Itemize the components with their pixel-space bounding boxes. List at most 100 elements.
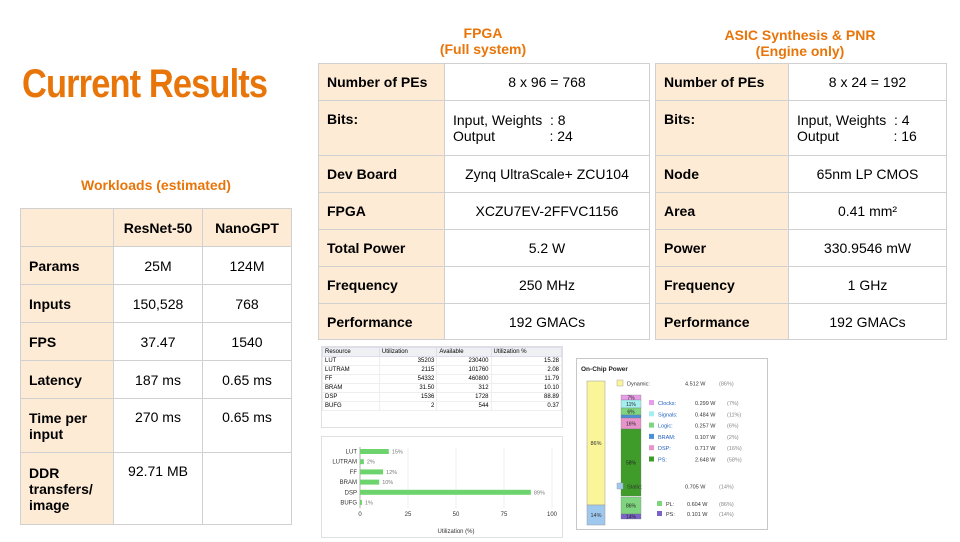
dynamic-item-pct: (11%) bbox=[727, 412, 741, 418]
row-label-time-per-input: Time per input bbox=[20, 398, 114, 453]
util-cell: 460800 bbox=[436, 374, 492, 384]
util-cell: 88.89 bbox=[490, 392, 563, 402]
bar bbox=[360, 500, 362, 505]
dynamic-item-name: DSP: bbox=[658, 446, 671, 452]
power-title: On-Chip Power bbox=[581, 366, 628, 373]
dynamic-item-name: BRAM: bbox=[658, 435, 676, 441]
data-label: 12% bbox=[386, 470, 397, 476]
fpga-value-bits: Input, Weights : 8 Output : 24 bbox=[444, 100, 650, 156]
fpga-value-fpga: XCZU7EV-2FFVC1156 bbox=[444, 192, 650, 230]
dynamic-label: Dynamic: bbox=[627, 382, 650, 388]
row-label-latency: Latency bbox=[20, 360, 114, 399]
dynamic-item-swatch bbox=[649, 456, 654, 462]
bar bbox=[360, 449, 389, 454]
util-header: Available bbox=[436, 347, 492, 357]
dynamic-item-value: 0.717 W bbox=[695, 446, 716, 452]
util-header: Utilization bbox=[378, 347, 438, 357]
cell-nanogpt-latency: 0.65 ms bbox=[202, 360, 292, 399]
static-share-label: 14% bbox=[590, 513, 601, 519]
fpga-heading-line2: (Full system) bbox=[439, 41, 527, 57]
slide-title: Current Results bbox=[22, 62, 268, 106]
row-label-inputs: Inputs bbox=[20, 284, 114, 323]
utilization-table-image: Resource Utilization Available Utilizati… bbox=[321, 346, 563, 428]
dynamic-item-value: 2.648 W bbox=[695, 458, 716, 464]
fpga-label-performance: Performance bbox=[318, 303, 445, 340]
fpga-value-performance: 192 GMACs bbox=[444, 303, 650, 340]
util-cell: 1728 bbox=[436, 392, 492, 402]
asic-label-area: Area bbox=[655, 192, 789, 230]
static-label: Static: bbox=[627, 485, 643, 491]
util-cell: 544 bbox=[436, 401, 492, 411]
util-cell: LUT bbox=[322, 356, 380, 366]
fpga-label-board: Dev Board bbox=[318, 155, 445, 193]
dynamic-item-swatch bbox=[649, 433, 654, 439]
x-axis-label: Utilization (%) bbox=[437, 529, 474, 535]
utilization-chart-image: 0 25 50 75 100 LUT 15% LUTRAM 2% FF 12% BRAM 10% DSP 8… bbox=[321, 436, 563, 538]
dynamic-item-pct: (2%) bbox=[727, 435, 739, 441]
workloads-corner bbox=[20, 208, 114, 247]
category-label: LUTRAM bbox=[332, 460, 357, 466]
bar bbox=[360, 459, 364, 465]
fpga-heading: FPGA (Full system) bbox=[318, 25, 648, 57]
row-label-params: Params bbox=[20, 246, 114, 285]
dynamic-swatch bbox=[616, 379, 624, 387]
table-row: FF 54332 460800 11.79 bbox=[322, 374, 563, 384]
util-cell: 54332 bbox=[378, 374, 438, 384]
static-item-pct: (86%) bbox=[719, 502, 734, 508]
category-label: BUFG bbox=[340, 501, 357, 507]
asic-value-pes: 8 x 24 = 192 bbox=[788, 63, 947, 101]
row-label-ddr: DDR transfers/ image bbox=[20, 452, 114, 525]
table-row: DSP 1536 1728 88.89 bbox=[322, 392, 563, 402]
util-cell: BUFG bbox=[322, 401, 380, 411]
bar bbox=[360, 489, 531, 495]
dynamic-item-swatch bbox=[649, 445, 654, 451]
util-cell: 31.50 bbox=[378, 383, 438, 393]
asic-value-performance: 192 GMACs bbox=[788, 303, 947, 340]
util-cell: 2 bbox=[378, 401, 438, 411]
dynamic-item-pct: (58%) bbox=[727, 458, 742, 464]
util-cell: 2.08 bbox=[490, 365, 563, 375]
util-header: Resource bbox=[322, 347, 380, 357]
dynamic-item-value: 0.299 W bbox=[695, 401, 716, 407]
data-label: 10% bbox=[382, 480, 393, 486]
static-segment-label: 14% bbox=[626, 515, 637, 521]
asic-value-power: 330.9546 mW bbox=[788, 229, 947, 267]
dynamic-item-name: Signals: bbox=[658, 412, 678, 418]
fpga-value-power: 5.2 W bbox=[444, 229, 650, 267]
fpga-value-frequency: 250 MHz bbox=[444, 266, 650, 304]
asic-label-frequency: Frequency bbox=[655, 266, 789, 304]
category-label: LUT bbox=[346, 450, 358, 456]
util-cell: 1536 bbox=[378, 392, 438, 402]
utilization-table: Resource Utilization Available Utilizati… bbox=[322, 347, 563, 411]
asic-heading: ASIC Synthesis & PNR (Engine only) bbox=[655, 27, 945, 59]
dynamic-item-swatch bbox=[649, 411, 654, 417]
cell-resnet-latency: 187 ms bbox=[113, 360, 203, 399]
util-cell: 101760 bbox=[436, 365, 492, 375]
dynamic-value: 4.512 W bbox=[685, 382, 706, 388]
dynamic-item-value: 0.107 W bbox=[695, 435, 716, 441]
cell-nanogpt-inputs: 768 bbox=[202, 284, 292, 323]
util-cell: 230400 bbox=[436, 356, 492, 366]
header-nanogpt: NanoGPT bbox=[202, 208, 292, 247]
util-cell: FF bbox=[322, 374, 380, 384]
static-pct: (14%) bbox=[719, 485, 734, 491]
dynamic-segment-label: 11% bbox=[626, 402, 636, 408]
table-row: BRAM 31.50 312 10.10 bbox=[322, 383, 563, 393]
asic-label-bits: Bits: bbox=[655, 100, 789, 156]
asic-label-performance: Performance bbox=[655, 303, 789, 340]
workloads-heading: Workloads (estimated) bbox=[81, 177, 231, 193]
util-cell: 0.37 bbox=[490, 401, 563, 411]
table-row: LUT 35203 230400 15.28 bbox=[322, 356, 563, 366]
fpga-value-pes: 8 x 96 = 768 bbox=[444, 63, 650, 101]
util-cell: 11.79 bbox=[490, 374, 563, 384]
x-tick-label: 75 bbox=[501, 512, 508, 518]
dynamic-item-name: Clocks: bbox=[658, 401, 677, 407]
fpga-label-bits: Bits: bbox=[318, 100, 445, 156]
on-chip-power-diagram: On-Chip Power86%14%Dynamic: 4.512 W (86%)7… bbox=[581, 366, 742, 526]
asic-value-node: 65nm LP CMOS bbox=[788, 155, 947, 193]
dynamic-item-pct: (6%) bbox=[727, 424, 739, 430]
fpga-label-pes: Number of PEs bbox=[318, 63, 445, 101]
on-chip-power-panel: On-Chip Power 86% 14% Dynamic: 4.512 W (86%) 7… bbox=[576, 358, 768, 530]
bar bbox=[360, 479, 380, 485]
dynamic-share-label: 86% bbox=[590, 441, 601, 447]
